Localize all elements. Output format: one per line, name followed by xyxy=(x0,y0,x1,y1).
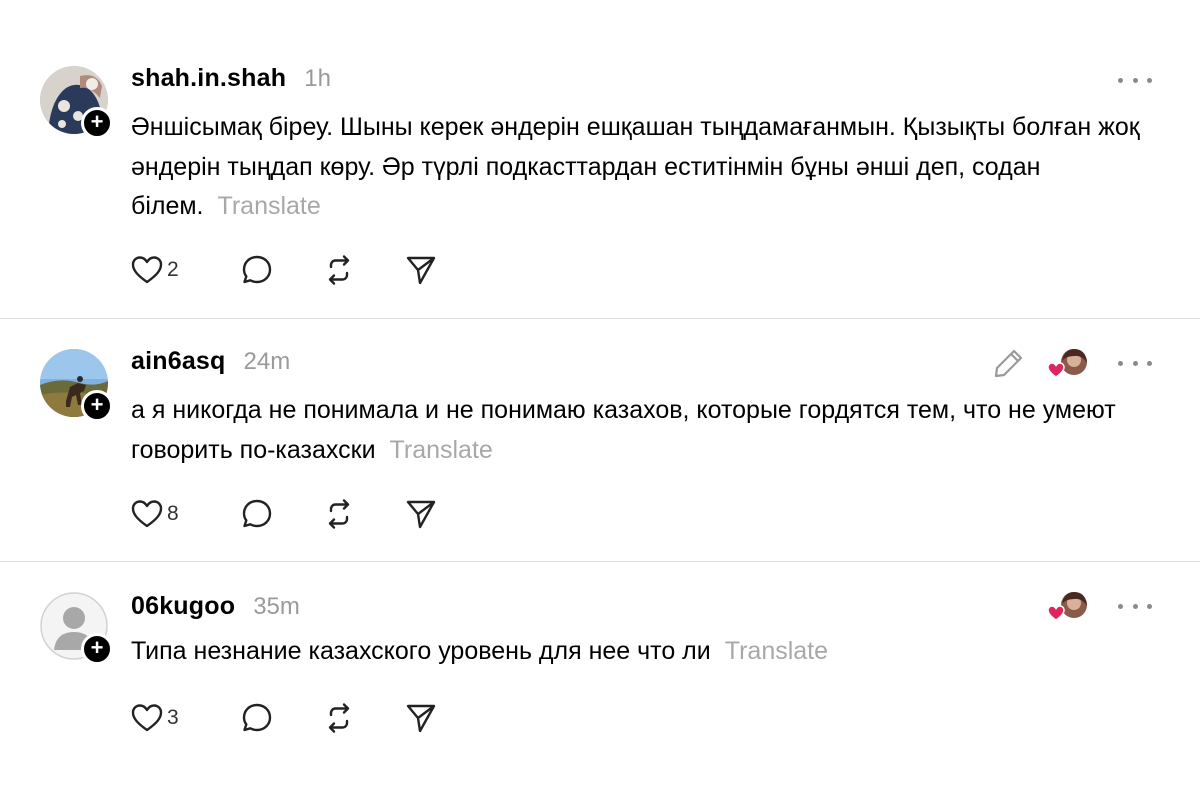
action-bar: 3 xyxy=(131,700,437,736)
like-count: 2 xyxy=(167,258,179,281)
translate-link[interactable]: Translate xyxy=(218,192,321,220)
repost-button[interactable] xyxy=(273,496,355,532)
reply-button[interactable] xyxy=(191,252,273,288)
post: + 06kugoo 35m Типа незнание казахского у… xyxy=(0,562,1200,800)
reply-button[interactable] xyxy=(191,496,273,532)
author-avatar-heart-icon xyxy=(1047,349,1087,378)
like-button[interactable]: 8 xyxy=(131,496,191,532)
follow-plus-icon[interactable]: + xyxy=(81,390,113,422)
timestamp: 1h xyxy=(304,65,331,92)
like-count: 8 xyxy=(167,502,179,525)
send-icon xyxy=(406,500,436,529)
comment-icon xyxy=(242,703,272,732)
heart-icon xyxy=(131,500,163,528)
username[interactable]: ain6asq xyxy=(131,347,226,376)
send-icon xyxy=(406,256,436,285)
follow-plus-icon[interactable]: + xyxy=(81,107,113,139)
send-icon xyxy=(406,704,436,733)
post-body: Типа незнание казахского уровень для нее… xyxy=(131,637,711,665)
like-button[interactable]: 2 xyxy=(131,252,191,288)
more-options-icon[interactable] xyxy=(1118,596,1152,616)
repost-icon xyxy=(328,703,350,733)
more-options-icon[interactable] xyxy=(1118,70,1152,90)
author-avatar-heart-icon xyxy=(1047,592,1087,621)
heart-icon xyxy=(131,704,163,732)
timestamp: 35m xyxy=(253,593,300,620)
translate-link[interactable]: Translate xyxy=(725,637,828,665)
comment-icon xyxy=(242,499,272,528)
heart-icon xyxy=(131,256,163,284)
post-text: Типа незнание казахского уровень для нее… xyxy=(131,632,1171,672)
like-count: 3 xyxy=(167,706,179,729)
username[interactable]: shah.in.shah xyxy=(131,64,286,93)
reply-button[interactable] xyxy=(191,700,273,736)
liked-by-author-indicator[interactable] xyxy=(1046,590,1092,626)
like-button[interactable]: 3 xyxy=(131,700,191,736)
share-button[interactable] xyxy=(355,496,437,532)
repost-button[interactable] xyxy=(273,700,355,736)
translate-link[interactable]: Translate xyxy=(390,436,493,464)
post-body: а я никогда не понимала и не понимаю каз… xyxy=(131,396,1116,464)
edit-pencil-icon[interactable] xyxy=(992,346,1026,380)
post-text: а я никогда не понимала и не понимаю каз… xyxy=(131,391,1171,470)
action-bar: 8 xyxy=(131,496,437,532)
liked-by-author-indicator[interactable] xyxy=(1046,347,1092,383)
share-button[interactable] xyxy=(355,700,437,736)
repost-icon xyxy=(328,255,350,285)
repost-button[interactable] xyxy=(273,252,355,288)
repost-icon xyxy=(328,499,350,529)
action-bar: 2 xyxy=(131,252,437,288)
follow-plus-icon[interactable]: + xyxy=(81,633,113,665)
timestamp: 24m xyxy=(243,348,291,375)
more-options-icon[interactable] xyxy=(1118,353,1152,373)
username[interactable]: 06kugoo xyxy=(131,592,235,621)
post-text: Әншісымақ біреу. Шыны керек әндерін ешқа… xyxy=(131,108,1171,227)
comment-icon xyxy=(242,255,272,284)
post: + ain6asq 24m а я никогда не понимала и … xyxy=(0,319,1200,561)
post: + shah.in.shah 1h Әншісымақ біреу. Шыны … xyxy=(0,0,1200,318)
share-button[interactable] xyxy=(355,252,437,288)
